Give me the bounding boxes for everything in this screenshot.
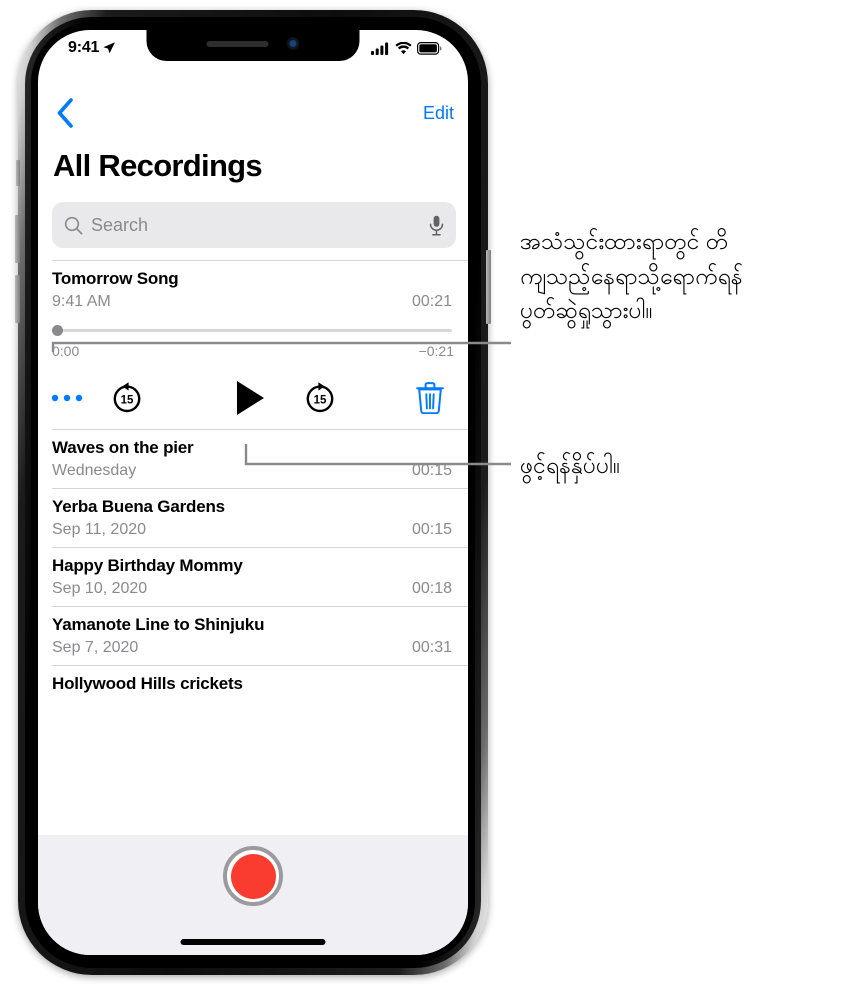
home-indicator: [180, 939, 326, 945]
cellular-bars-icon: [371, 42, 389, 55]
recording-date: Sep 11, 2020: [52, 521, 147, 538]
wifi-icon: [395, 41, 412, 54]
record-button-inner: [230, 853, 276, 899]
recording-duration: 00:21: [411, 293, 452, 310]
skip-forward-15-button[interactable]: 15: [303, 381, 337, 415]
recording-title: Tomorrow Song: [52, 269, 179, 288]
svg-text:15: 15: [314, 395, 327, 407]
delete-button[interactable]: [416, 382, 444, 414]
recording-duration: 00:31: [411, 639, 452, 656]
location-arrow-icon: [103, 41, 116, 53]
search-input[interactable]: [83, 213, 429, 237]
earpiece-speaker: [206, 40, 269, 47]
list-item[interactable]: Happy Birthday Mommy Sep 10, 2020 00:18: [38, 548, 468, 606]
battery-full-icon: [417, 41, 442, 55]
status-bar-indicators: [371, 41, 446, 55]
list-item[interactable]: Yamanote Line to Shinjuku Sep 7, 2020 00…: [38, 607, 468, 665]
recording-duration: 00:18: [411, 580, 452, 597]
page-title: All Recordings: [53, 148, 263, 183]
recording-date: Sep 7, 2020: [52, 639, 139, 656]
search-icon: [64, 216, 83, 234]
record-button[interactable]: [223, 846, 283, 906]
record-bar: [38, 835, 468, 955]
volume-down-button[interactable]: [15, 275, 20, 323]
recording-title: Hollywood Hills crickets: [52, 674, 243, 693]
phone-device-frame: 9:41 Edit All Recordings Search Tomorrow…: [15, 10, 491, 975]
skip-back-15-button[interactable]: 15: [110, 381, 144, 415]
playback-scrubber[interactable]: [52, 321, 454, 341]
edit-button[interactable]: Edit: [423, 103, 454, 124]
playback-panel: 0:00 −0:21 15 15: [38, 321, 468, 429]
skip-back-15-icon: 15: [113, 382, 141, 413]
play-icon: [237, 381, 264, 415]
svg-text:15: 15: [121, 395, 134, 407]
navigation-bar: Edit: [38, 92, 468, 134]
recording-title: Yerba Buena Gardens: [52, 497, 225, 516]
recording-title: Happy Birthday Mommy: [52, 556, 243, 575]
elapsed-time: 0:00: [52, 343, 80, 359]
recording-meta: Sep 10, 2020 00:18: [52, 580, 452, 598]
phone-screen: 9:41 Edit All Recordings Search Tomorrow…: [38, 30, 468, 955]
recording-date: Sep 10, 2020: [52, 580, 148, 597]
microphone-icon[interactable]: [429, 215, 444, 236]
chevron-left-icon: [57, 98, 73, 128]
callout-text-play: ဖွင့်ရန်နှိပ်ပါ။: [520, 452, 621, 478]
recording-meta: Sep 7, 2020 00:31: [52, 639, 452, 657]
more-options-icon: [51, 394, 83, 402]
list-item[interactable]: Yerba Buena Gardens Sep 11, 2020 00:15: [38, 489, 468, 547]
recording-meta: Wednesday 00:15: [52, 462, 452, 480]
scrubber-track[interactable]: [53, 329, 452, 332]
power-button[interactable]: [486, 250, 491, 324]
list-item[interactable]: Hollywood Hills crickets: [38, 666, 468, 706]
status-bar-time-group: 9:41: [60, 39, 116, 57]
status-bar-clock: 9:41: [68, 39, 100, 56]
recording-meta: Sep 11, 2020 00:15: [52, 521, 452, 539]
recording-duration: 00:15: [411, 462, 452, 479]
back-button[interactable]: [48, 96, 82, 130]
playback-controls: 15 15: [50, 367, 454, 429]
scrubber-knob[interactable]: [52, 325, 63, 336]
mute-switch[interactable]: [16, 160, 20, 186]
list-item[interactable]: Waves on the pier Wednesday 00:15: [38, 430, 468, 488]
callout-text-scrubber: အသံသွင်းထားရာတွင် တိ ကျသည့်နေရာသို့ရောက်…: [520, 228, 743, 323]
skip-forward-15-icon: 15: [306, 382, 334, 413]
recording-title: Yamanote Line to Shinjuku: [52, 615, 265, 634]
recording-date: Wednesday: [52, 462, 137, 479]
play-button[interactable]: [233, 379, 267, 417]
front-camera: [286, 37, 300, 50]
notch: [146, 30, 360, 61]
recording-date: 9:41 AM: [52, 293, 111, 310]
more-options-button[interactable]: [50, 392, 84, 404]
volume-up-button[interactable]: [15, 215, 20, 263]
trash-icon: [416, 382, 444, 414]
recording-duration: 00:15: [411, 521, 452, 538]
recording-title: Waves on the pier: [52, 438, 194, 457]
remaining-time: −0:21: [418, 343, 454, 359]
recording-meta: 9:41 AM 00:21: [52, 293, 452, 311]
playback-times: 0:00 −0:21: [52, 343, 454, 359]
recording-row-selected[interactable]: Tomorrow Song 9:41 AM 00:21: [38, 261, 468, 311]
search-bar[interactable]: [52, 202, 456, 248]
